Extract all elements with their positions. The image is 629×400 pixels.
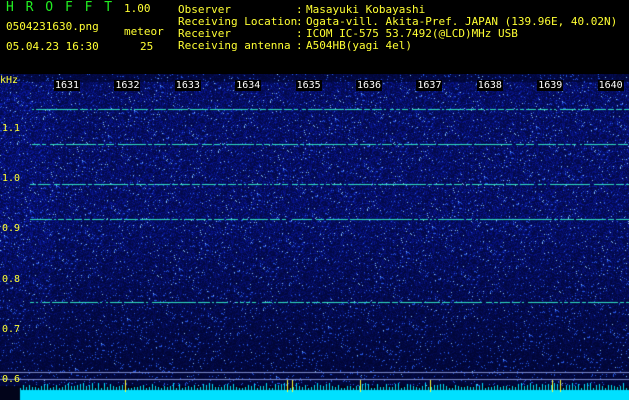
- info-antenna-label: Receiving antenna: [178, 39, 291, 52]
- info-antenna-value: A504HB(yagi 4el): [306, 39, 412, 52]
- y-tick-label: 0.8: [2, 273, 21, 285]
- minute-marker: 1638: [476, 80, 503, 91]
- minute-marker: 1634: [235, 80, 262, 91]
- version-label: 1.00: [124, 2, 151, 15]
- info-antenna-sep: :: [296, 39, 303, 52]
- minute-marker: 1640: [597, 80, 624, 91]
- minute-marker: 1633: [174, 80, 201, 91]
- minute-marker: 1631: [54, 80, 81, 91]
- app-title: H R O F F T: [6, 0, 115, 15]
- y-tick-label: 1.0: [2, 173, 21, 185]
- minute-marker: 1636: [356, 80, 383, 91]
- y-tick-label: 0.7: [2, 323, 21, 335]
- datetime-label: 05.04.23 16:30: [6, 40, 99, 53]
- meteor-count: 25: [140, 40, 154, 53]
- meteor-label: meteor: [124, 25, 164, 38]
- spectrogram-canvas: [0, 74, 629, 400]
- y-axis-label: kHz: [0, 75, 19, 86]
- minute-marker: 1637: [416, 80, 443, 91]
- minute-marker: 1639: [537, 80, 564, 91]
- y-tick-label: 0.6: [2, 374, 21, 385]
- y-tick-label: 1.1: [2, 123, 21, 134]
- minute-marker: 1632: [114, 80, 141, 91]
- filename-label: 0504231630.png: [6, 20, 99, 33]
- y-tick-label: 0.9: [2, 223, 21, 235]
- minute-marker: 1635: [295, 80, 322, 91]
